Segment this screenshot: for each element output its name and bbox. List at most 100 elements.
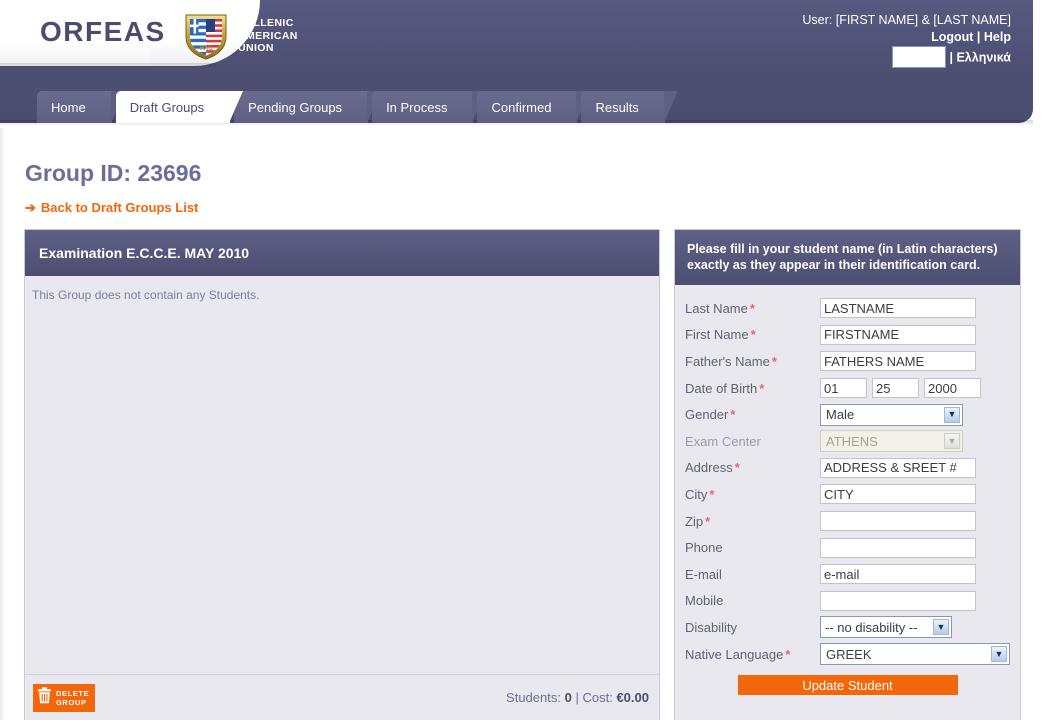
tab-in-process[interactable]: In Process (372, 91, 487, 123)
date-of-birth-required-marker: * (759, 380, 765, 396)
form-row-gender: Gender * Male ▼ (675, 401, 1020, 428)
group-panel-footer: DELETE GROUP Students: 0 | Cost: €0.00 (25, 674, 659, 720)
help-link[interactable]: Help (984, 30, 1011, 44)
last-name-label: Last Name * (685, 301, 820, 316)
date-of-birth-label-text: Date of Birth (685, 380, 758, 396)
language-english-link[interactable]: English (892, 46, 946, 68)
phone-label: Phone (685, 540, 820, 555)
arrow-left-icon: ➔ (25, 200, 36, 215)
mobile-label: Mobile (685, 593, 820, 608)
dob-year-input[interactable] (924, 378, 981, 399)
exam-center-label-text: Exam Center (685, 433, 761, 449)
dob-day-input[interactable] (872, 378, 919, 399)
mobile-input[interactable] (820, 590, 976, 611)
cost-label: Cost: (582, 690, 613, 705)
trash-icon (37, 686, 52, 709)
disability-select-value: -- no disability -- (825, 619, 918, 635)
form-row-first-name: First Name * (675, 322, 1020, 349)
students-count: 0 (564, 690, 572, 705)
gender-label: Gender * (685, 407, 820, 422)
last-name-label-text: Last Name (685, 300, 748, 316)
delete-group-button[interactable]: DELETE GROUP (33, 683, 96, 712)
zip-input[interactable] (820, 511, 976, 532)
cost-value: €0.00 (616, 690, 649, 705)
student-form: Last Name* First Name* Father's Name* Da… (675, 285, 1020, 696)
org-line-1: HELLENIC (238, 17, 294, 29)
last-name-input[interactable] (820, 298, 976, 319)
group-panel-body: This Group does not contain any Students… (25, 276, 659, 674)
summary-divider: | (575, 690, 579, 705)
phone-input[interactable] (820, 537, 976, 558)
update-student-button[interactable]: Update Student (737, 675, 958, 696)
form-row-exam-center: Exam Center ATHENS ▼ (675, 428, 1020, 455)
phone-label-text: Phone (685, 540, 723, 556)
gender-required-marker: * (730, 407, 736, 423)
tab-draft-groups-label: Draft Groups (129, 99, 205, 115)
first-name-label-text: First Name (685, 327, 749, 343)
form-row-address: Address * (675, 455, 1020, 482)
fathers-name-label-text: Father's Name (685, 353, 770, 369)
svg-text:HAU: HAU (200, 46, 213, 52)
gender-label-text: Gender (685, 407, 729, 423)
language-links: English | Ελληνικά (802, 46, 1011, 68)
links-separator-1: | (973, 30, 984, 44)
back-to-draft-groups-link[interactable]: ➔ Back to Draft Groups List (25, 200, 198, 215)
form-row-disability: Disability -- no disability -- ▼ (675, 614, 1020, 641)
gender-select[interactable]: Male ▼ (820, 403, 963, 426)
language-greek-link[interactable]: Ελληνικά (956, 51, 1011, 65)
tab-results[interactable]: Results (581, 91, 679, 123)
native-language-select[interactable]: GREEK ▼ (820, 643, 1010, 666)
form-row-city: City * (675, 481, 1020, 508)
chevron-down-icon: ▼ (991, 646, 1007, 663)
tab-confirmed[interactable]: Confirmed (477, 91, 591, 123)
form-row-native-language: Native Language * GREEK ▼ (675, 641, 1020, 668)
address-label: Address * (685, 460, 820, 475)
form-row-zip: Zip * (675, 508, 1020, 535)
zip-label: Zip * (685, 514, 820, 529)
first-name-input[interactable] (820, 324, 976, 345)
tab-confirmed-label: Confirmed (491, 99, 552, 115)
date-of-birth-label: Date of Birth * (685, 381, 820, 396)
native-language-label: Native Language * (685, 647, 820, 662)
tab-pending-groups[interactable]: Pending Groups (234, 91, 382, 123)
zip-label-text: Zip (685, 513, 704, 529)
zip-required-marker: * (705, 513, 711, 529)
tab-draft-groups[interactable]: Draft Groups (115, 91, 244, 123)
delete-group-label-line2: GROUP (56, 697, 87, 707)
logout-link[interactable]: Logout (931, 30, 973, 44)
disability-select[interactable]: -- no disability -- ▼ (820, 616, 952, 639)
chevron-down-icon: ▼ (944, 406, 960, 423)
page-root: ORFEAS HAU HELLENIC AMERICAN UNION User:… (0, 0, 1047, 720)
fathers-name-input[interactable] (820, 351, 976, 372)
tab-results-label: Results (595, 99, 639, 115)
student-form-panel: Please fill in your student name (in Lat… (674, 229, 1021, 720)
form-submit-row: Update Student (675, 667, 1020, 696)
back-link-label: Back to Draft Groups List (40, 200, 199, 215)
first-name-required-marker: * (750, 327, 756, 343)
logo-plate-shadow (0, 63, 215, 68)
address-input[interactable] (820, 457, 976, 478)
exam-center-select-value: ATHENS (826, 433, 878, 449)
tab-home-label: Home (51, 99, 86, 115)
fathers-name-label: Father's Name * (685, 354, 820, 369)
user-session-box: User: [FIRST NAME] & [LAST NAME] Logout … (802, 12, 1011, 68)
chevron-down-icon: ▼ (944, 433, 960, 450)
city-input[interactable] (820, 484, 976, 505)
org-name: HELLENIC AMERICAN UNION (238, 17, 298, 55)
mobile-label-text: Mobile (685, 593, 724, 609)
form-row-fathers-name: Father's Name * (675, 348, 1020, 375)
chevron-down-icon: ▼ (933, 619, 949, 636)
exam-center-select: ATHENS ▼ (820, 430, 963, 453)
main-nav-tabs: Home Draft Groups Pending Groups In Proc… (37, 91, 679, 123)
tab-home[interactable]: Home (37, 91, 125, 123)
brand-logo[interactable]: ORFEAS (40, 16, 166, 48)
students-label: Students: (506, 690, 561, 705)
group-panel: Examination E.C.C.E. MAY 2010 This Group… (24, 229, 660, 720)
form-row-mobile: Mobile (675, 588, 1020, 615)
links-separator-2: | (946, 50, 957, 65)
email-input[interactable] (820, 564, 976, 585)
email-label-text: E-mail (685, 566, 722, 582)
dob-month-input[interactable] (820, 378, 867, 399)
org-line-2: AMERICAN (238, 29, 298, 42)
site-header: ORFEAS HAU HELLENIC AMERICAN UNION User:… (0, 0, 1033, 128)
